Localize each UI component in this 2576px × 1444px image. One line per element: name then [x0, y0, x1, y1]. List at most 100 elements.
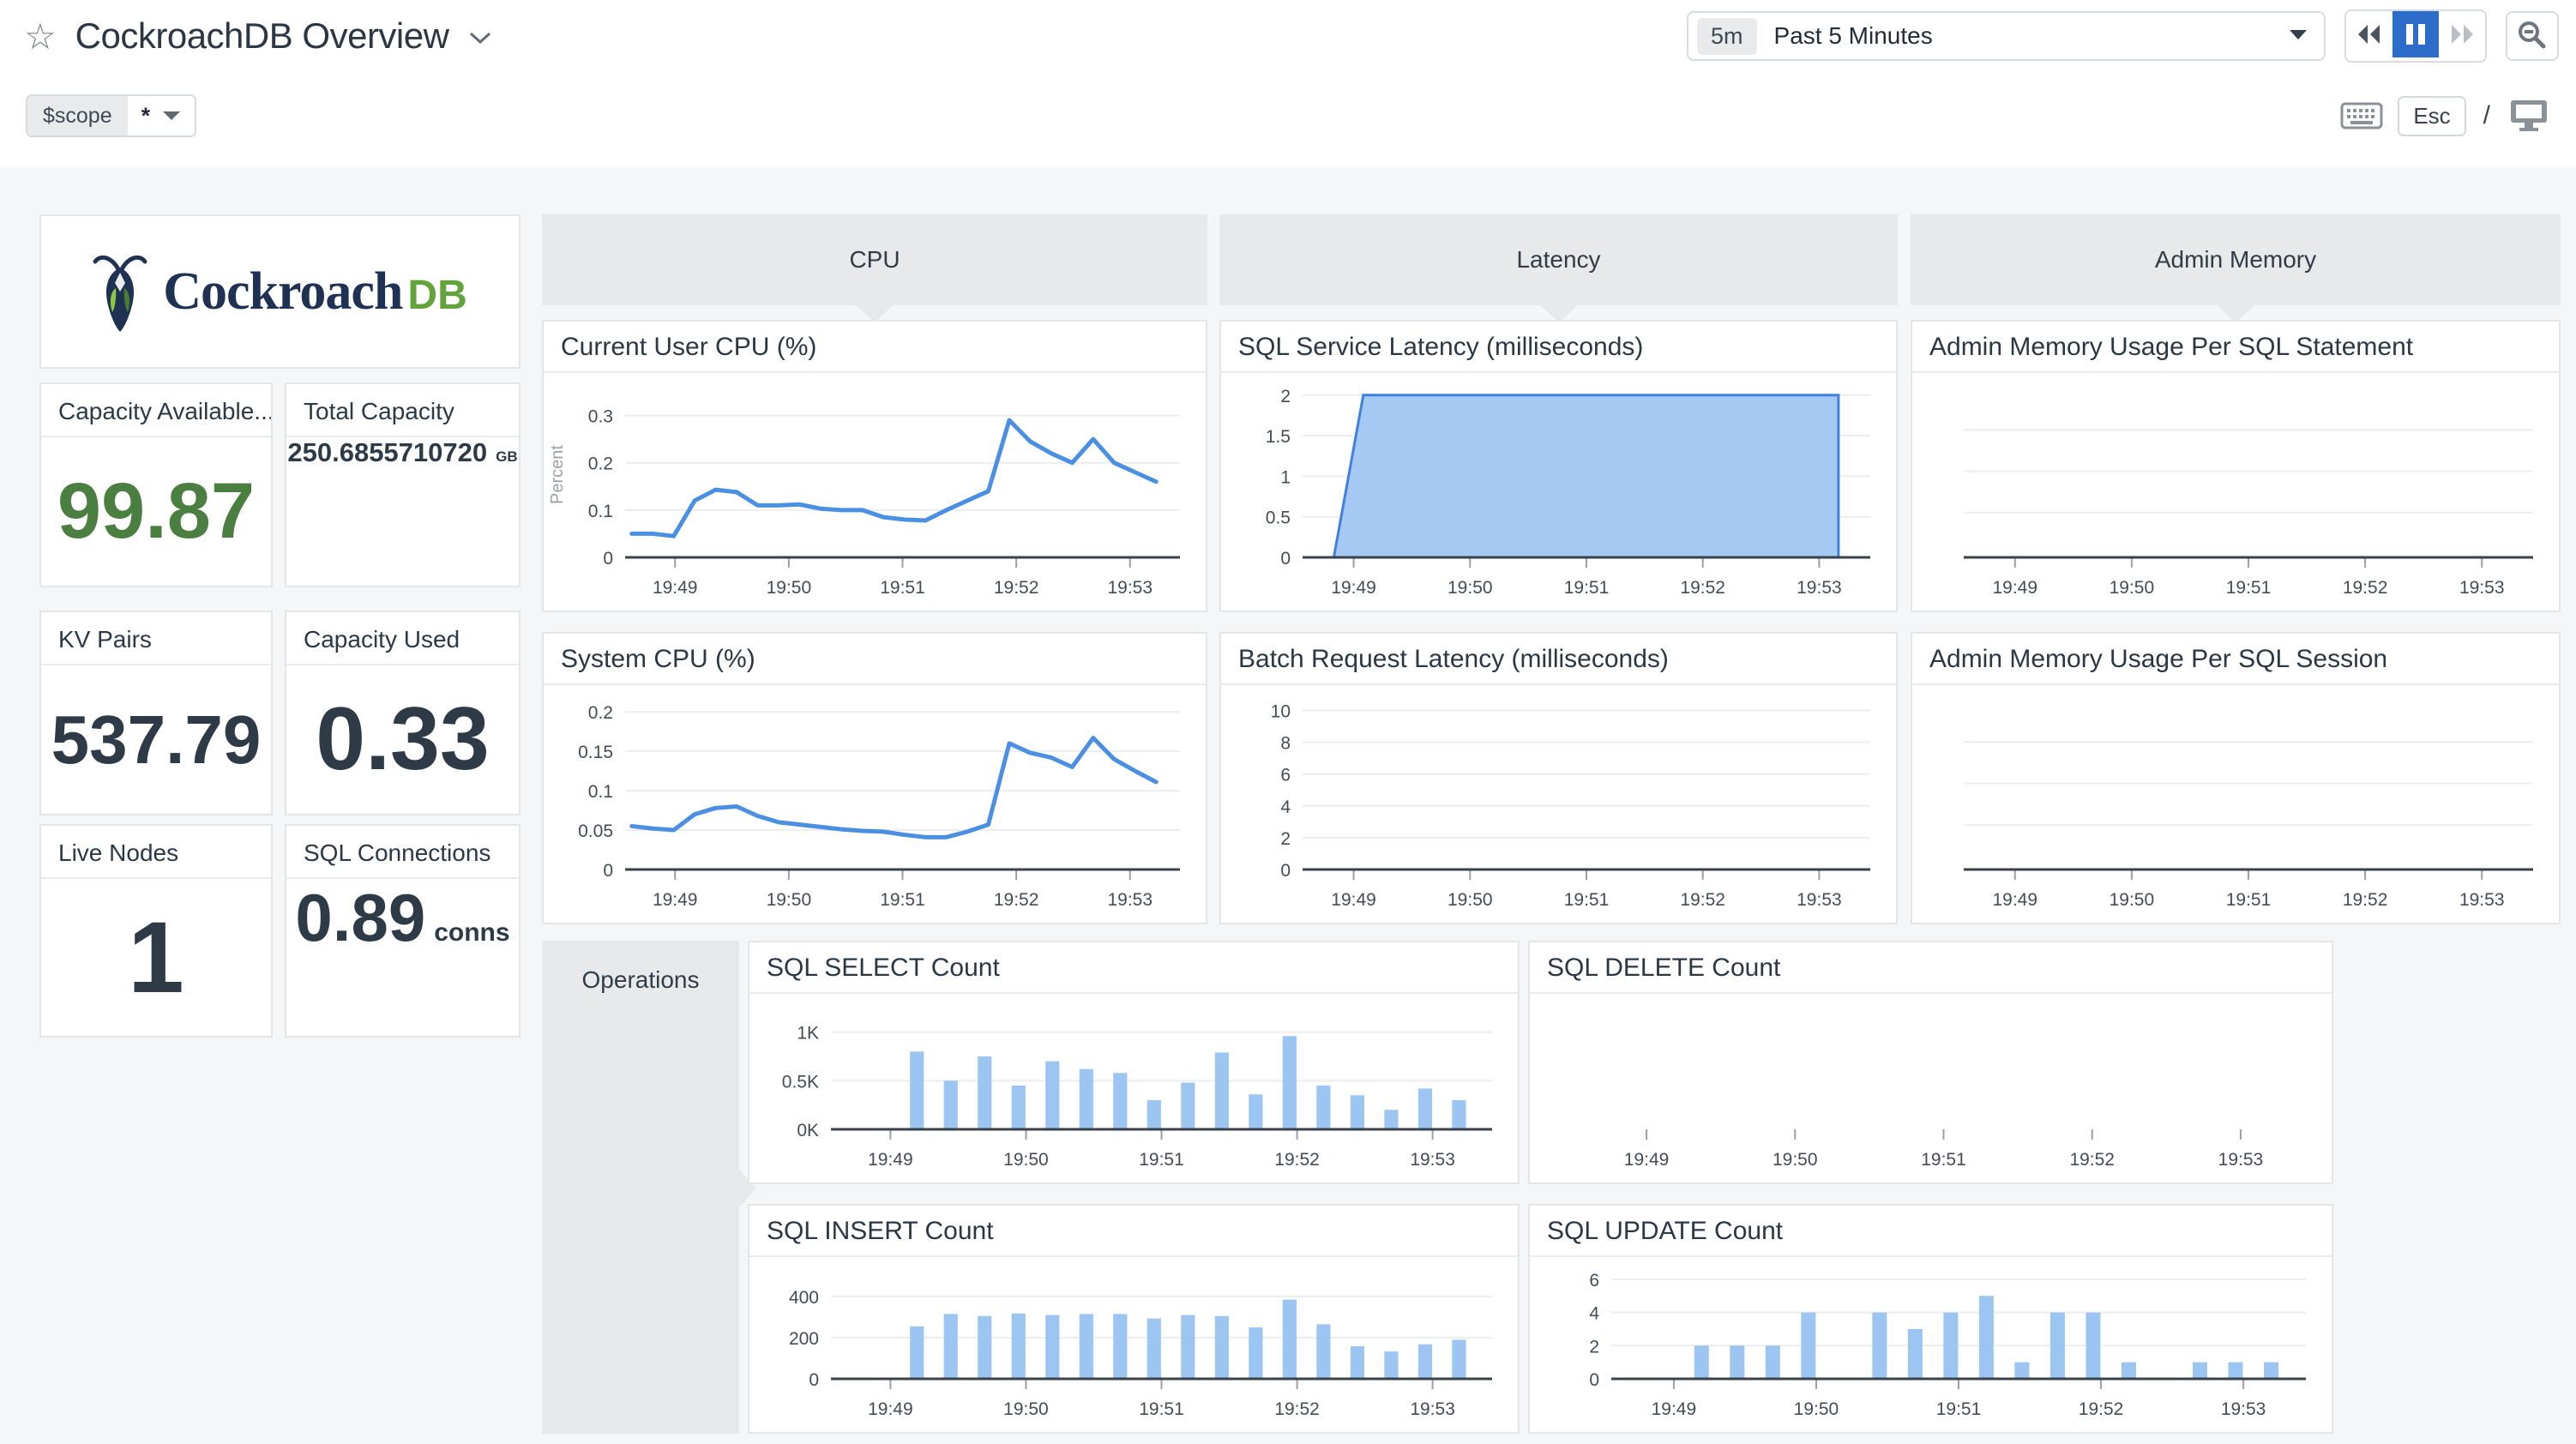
kv-pairs-value: 537.79 — [51, 701, 262, 778]
chart-sql-insert-count[interactable]: 0 200 400 19:49 19:50 19:51 19:52 19:53 — [749, 1257, 1518, 1432]
playback-button-group — [2344, 9, 2487, 63]
kv-pairs-widget[interactable]: KV Pairs 537.79 — [39, 611, 273, 815]
scope-variable-name: $scope — [27, 96, 128, 135]
svg-text:4: 4 — [1589, 1304, 1599, 1324]
sql-connections-widget[interactable]: SQL Connections 0.89 conns — [285, 824, 521, 1038]
fast-forward-button[interactable] — [2439, 11, 2485, 57]
panel-sql-service-latency: SQL Service Latency (milliseconds) 0 0.5 1… — [1219, 320, 1898, 612]
svg-text:19:52: 19:52 — [2343, 890, 2388, 910]
svg-text:19:52: 19:52 — [1274, 1150, 1320, 1170]
svg-text:19:50: 19:50 — [2110, 578, 2155, 598]
rewind-button[interactable] — [2346, 11, 2392, 57]
capacity-available-widget[interactable]: Capacity Available... 99.87 — [39, 382, 273, 587]
svg-text:400: 400 — [789, 1288, 819, 1308]
svg-text:19:51: 19:51 — [1139, 1150, 1184, 1170]
svg-text:19:50: 19:50 — [1773, 1150, 1818, 1170]
panel-admin-memory-statement: Admin Memory Usage Per SQL Statement 19:… — [1911, 320, 2561, 612]
group-header-cpu-label: CPU — [849, 246, 900, 273]
time-range-badge: 5m — [1697, 17, 1757, 55]
panel-title-sql-select-count: SQL SELECT Count — [749, 942, 1518, 994]
capacity-available-label: Capacity Available... — [41, 384, 271, 437]
svg-text:4: 4 — [1280, 797, 1291, 817]
chart-admin-memory-session[interactable]: 19:49 19:50 19:51 19:52 19:53 — [1912, 685, 2559, 923]
time-range-label: Past 5 Minutes — [1773, 22, 1933, 49]
svg-text:0K: 0K — [797, 1121, 819, 1140]
cockroachdb-logo-widget[interactable]: Cockroach DB — [39, 214, 521, 369]
svg-text:1: 1 — [1280, 467, 1291, 487]
svg-text:0: 0 — [1280, 861, 1291, 881]
time-range-select[interactable]: 5m Past 5 Minutes — [1687, 11, 2326, 61]
chart-sql-delete-count[interactable]: 19:49 19:50 19:51 19:52 19:53 — [1530, 994, 2332, 1182]
svg-text:2: 2 — [1589, 1337, 1599, 1357]
svg-text:6: 6 — [1589, 1271, 1599, 1291]
svg-text:0.15: 0.15 — [578, 743, 613, 762]
svg-text:19:52: 19:52 — [2079, 1399, 2124, 1419]
capacity-used-widget[interactable]: Capacity Used 0.33 — [285, 611, 521, 815]
svg-text:0: 0 — [1280, 549, 1291, 569]
group-header-admin-memory-label: Admin Memory — [2154, 246, 2317, 273]
chart-sql-select-count[interactable]: 0K 0.5K 1K 19:49 19:50 19:51 19:52 19:53 — [749, 994, 1518, 1182]
logo-brand-text: Cockroach — [163, 262, 403, 321]
fullscreen-monitor-icon[interactable] — [2507, 97, 2550, 135]
esc-key-hint: Esc — [2398, 95, 2466, 136]
svg-text:0.05: 0.05 — [578, 821, 613, 841]
slash-hint: / — [2483, 101, 2490, 129]
zoom-out-button[interactable] — [2506, 11, 2559, 61]
group-header-latency[interactable]: Latency — [1219, 214, 1898, 322]
svg-text:19:49: 19:49 — [1331, 578, 1376, 598]
panel-admin-memory-session: Admin Memory Usage Per SQL Session 19:49… — [1911, 632, 2561, 924]
svg-text:19:52: 19:52 — [994, 890, 1039, 910]
svg-text:2: 2 — [1280, 387, 1291, 406]
live-nodes-label: Live Nodes — [41, 826, 271, 879]
sql-connections-unit: conns — [434, 918, 510, 947]
chart-sql-update-count[interactable]: 0 2 4 6 19:49 19:50 19:51 19:52 19:53 — [1530, 1257, 2332, 1432]
svg-text:19:53: 19:53 — [2459, 890, 2505, 910]
svg-text:19:49: 19:49 — [868, 1399, 913, 1419]
panel-sql-update-count: SQL UPDATE Count 0 2 4 6 19:49 19:50 19:51 19:5… — [1528, 1204, 2333, 1434]
svg-text:19:49: 19:49 — [1992, 578, 2037, 598]
svg-text:0: 0 — [809, 1370, 819, 1390]
svg-text:19:51: 19:51 — [1564, 578, 1610, 598]
svg-text:19:49: 19:49 — [1331, 890, 1376, 910]
group-header-operations[interactable]: Operations — [542, 941, 756, 1434]
svg-text:0: 0 — [1589, 1370, 1599, 1390]
svg-text:19:51: 19:51 — [2226, 578, 2272, 598]
panel-title-sql-update-count: SQL UPDATE Count — [1530, 1206, 2332, 1257]
chart-sql-service-latency[interactable]: 0 0.5 1 1.5 2 19:49 19:50 19:51 19:52 19:53 — [1221, 373, 1896, 611]
svg-text:19:50: 19:50 — [767, 578, 812, 598]
svg-text:19:53: 19:53 — [1107, 578, 1153, 598]
chart-current-user-cpu[interactable]: 0 0.1 0.2 0.3 19:49 19:50 19:51 19:52 19:53 Perce… — [544, 373, 1206, 611]
scope-variable-value[interactable]: * — [127, 96, 196, 135]
title-chevron-down-icon[interactable] — [466, 29, 495, 51]
pause-button[interactable] — [2392, 11, 2439, 57]
panel-title-system-cpu: System CPU (%) — [544, 634, 1206, 685]
group-header-cpu[interactable]: CPU — [542, 214, 1207, 322]
svg-text:19:49: 19:49 — [868, 1150, 913, 1170]
svg-text:19:49: 19:49 — [653, 578, 698, 598]
svg-text:19:53: 19:53 — [2459, 578, 2505, 598]
svg-text:8: 8 — [1280, 734, 1291, 754]
total-capacity-label: Total Capacity — [286, 384, 519, 437]
scope-caret-icon — [163, 111, 181, 120]
svg-text:19:51: 19:51 — [2226, 890, 2272, 910]
svg-text:0: 0 — [603, 861, 613, 881]
chart-system-cpu[interactable]: 0 0.05 0.1 0.15 0.2 19:49 19:50 19:51 19:52 19:53 — [544, 685, 1206, 923]
chart-admin-memory-statement[interactable]: 19:49 19:50 19:51 19:52 19:53 — [1912, 373, 2559, 611]
total-capacity-value: 250.6855710720 — [287, 437, 488, 467]
panel-title-sql-insert-count: SQL INSERT Count — [749, 1206, 1518, 1257]
svg-text:6: 6 — [1280, 766, 1291, 785]
group-header-admin-memory[interactable]: Admin Memory — [1911, 214, 2561, 322]
chart-batch-request-latency[interactable]: 0 2 4 6 8 10 19:49 19:50 19:51 19:52 19:53 — [1221, 685, 1896, 923]
svg-text:1.5: 1.5 — [1266, 427, 1291, 447]
capacity-used-label: Capacity Used — [286, 612, 519, 665]
panel-batch-request-latency: Batch Request Latency (milliseconds) 0 2 4… — [1219, 632, 1898, 924]
live-nodes-widget[interactable]: Live Nodes 1 — [39, 824, 273, 1038]
favorite-star-icon[interactable]: ☆ — [24, 15, 57, 57]
capacity-used-value: 0.33 — [316, 689, 490, 789]
keyboard-icon[interactable] — [2339, 99, 2384, 133]
total-capacity-widget[interactable]: Total Capacity 250.6855710720 GB — [285, 382, 521, 587]
scope-variable-select[interactable]: $scope * — [26, 94, 197, 137]
svg-text:0.1: 0.1 — [588, 782, 613, 802]
group-header-operations-label: Operations — [581, 966, 700, 993]
svg-text:19:53: 19:53 — [1797, 578, 1842, 598]
